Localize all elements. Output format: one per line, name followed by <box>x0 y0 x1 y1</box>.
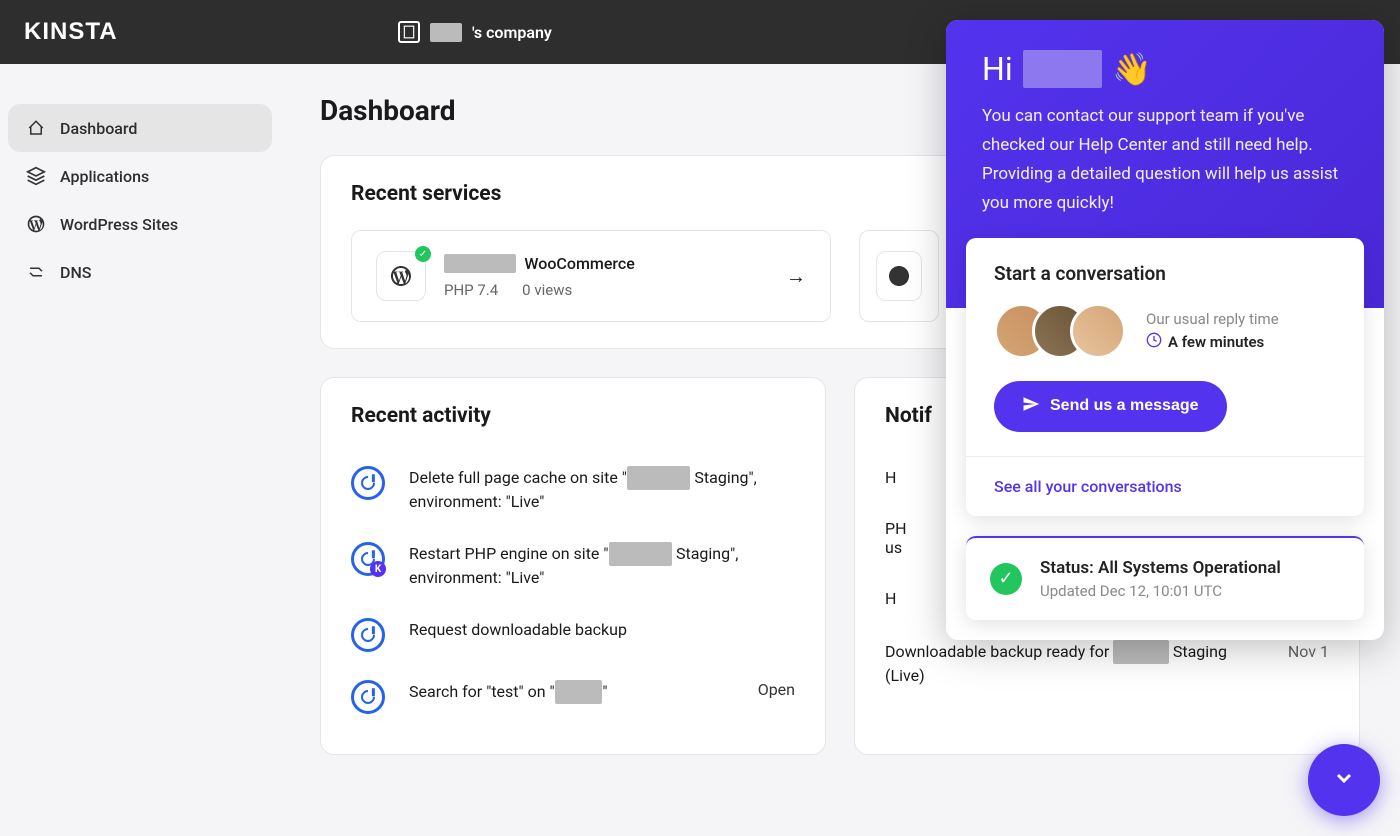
arrow-right-icon: → <box>786 264 806 289</box>
status-title: Status: All Systems Operational <box>1040 558 1281 578</box>
home-icon <box>26 118 46 138</box>
service-php: PHP 7.4 <box>444 281 498 299</box>
sidebar: Dashboard Applications WordPress Sites D… <box>0 64 280 836</box>
company-suffix: 's company <box>472 23 552 42</box>
service-card-peek[interactable] <box>859 230 939 322</box>
sidebar-item-label: Applications <box>60 167 149 186</box>
sidebar-item-label: DNS <box>60 263 91 282</box>
power-icon: K <box>351 542 385 576</box>
status-card[interactable]: ✓ Status: All Systems Operational Update… <box>966 536 1364 620</box>
activity-item[interactable]: Search for "test" on "xxxxxx" Open <box>351 666 795 728</box>
chat-description: You can contact our support team if you'… <box>982 102 1348 218</box>
service-views: 0 views <box>522 281 572 299</box>
activity-item[interactable]: Request downloadable backup <box>351 604 795 666</box>
check-icon: ✓ <box>990 563 1022 595</box>
recent-activity-card: Recent activity Delete full page cache o… <box>320 377 826 755</box>
sidebar-item-dns[interactable]: DNS <box>8 248 272 296</box>
activity-item[interactable]: Delete full page cache on site "xxxxxxxx… <box>351 452 795 528</box>
notification-date: Nov 1 <box>1288 640 1329 688</box>
sidebar-item-label: Dashboard <box>60 119 137 138</box>
reply-time-value: A few minutes <box>1168 333 1264 351</box>
chat-start-card: Start a conversation Our usual reply tim… <box>966 238 1364 516</box>
dns-icon <box>26 262 46 282</box>
k-badge-icon: K <box>370 561 386 577</box>
power-icon <box>351 466 385 500</box>
status-updated: Updated Dec 12, 10:01 UTC <box>1040 582 1281 600</box>
power-icon <box>351 680 385 714</box>
check-badge-icon: ✓ <box>415 246 431 262</box>
sidebar-item-wordpress[interactable]: WordPress Sites <box>8 200 272 248</box>
recent-activity-heading: Recent activity <box>351 404 795 428</box>
sidebar-item-applications[interactable]: Applications <box>8 152 272 200</box>
send-message-button[interactable]: Send us a message <box>994 381 1227 432</box>
avatar <box>1070 303 1126 359</box>
see-all-conversations-link[interactable]: See all your conversations <box>994 477 1182 496</box>
service-card[interactable]: ✓ xxxxxxxxx WooCommerce PHP 7.4 0 views … <box>351 230 831 322</box>
brand-logo[interactable]: KINSTA <box>24 18 118 46</box>
service-name-redacted: xxxxxxxxx <box>444 254 516 273</box>
chat-greeting: Hi xxxxx 👋 <box>982 50 1348 88</box>
sidebar-item-label: WordPress Sites <box>60 215 178 234</box>
activity-item[interactable]: K Restart PHP engine on site "xxxxxxxx S… <box>351 528 795 604</box>
support-avatars <box>994 303 1126 359</box>
wordpress-icon <box>26 214 46 234</box>
chat-start-heading: Start a conversation <box>994 262 1336 285</box>
company-name-redacted: xxxx <box>430 23 462 42</box>
chat-fab-button[interactable] <box>1308 744 1380 816</box>
wave-icon: 👋 <box>1112 50 1152 88</box>
service-name-suffix: WooCommerce <box>524 254 634 273</box>
service-icon <box>876 251 922 301</box>
reply-usual-label: Our usual reply time <box>1146 310 1279 328</box>
chevron-down-icon <box>1332 766 1356 794</box>
building-icon <box>398 21 420 43</box>
activity-status: Open <box>758 680 795 699</box>
layers-icon <box>26 166 46 186</box>
service-icon: ✓ <box>376 251 426 301</box>
chat-widget: Hi xxxxx 👋 You can contact our support t… <box>946 20 1384 640</box>
power-icon <box>351 618 385 652</box>
sidebar-item-dashboard[interactable]: Dashboard <box>8 104 272 152</box>
clock-icon <box>1146 332 1162 352</box>
company-selector[interactable]: xxxx 's company <box>398 21 552 43</box>
send-icon <box>1022 395 1040 418</box>
